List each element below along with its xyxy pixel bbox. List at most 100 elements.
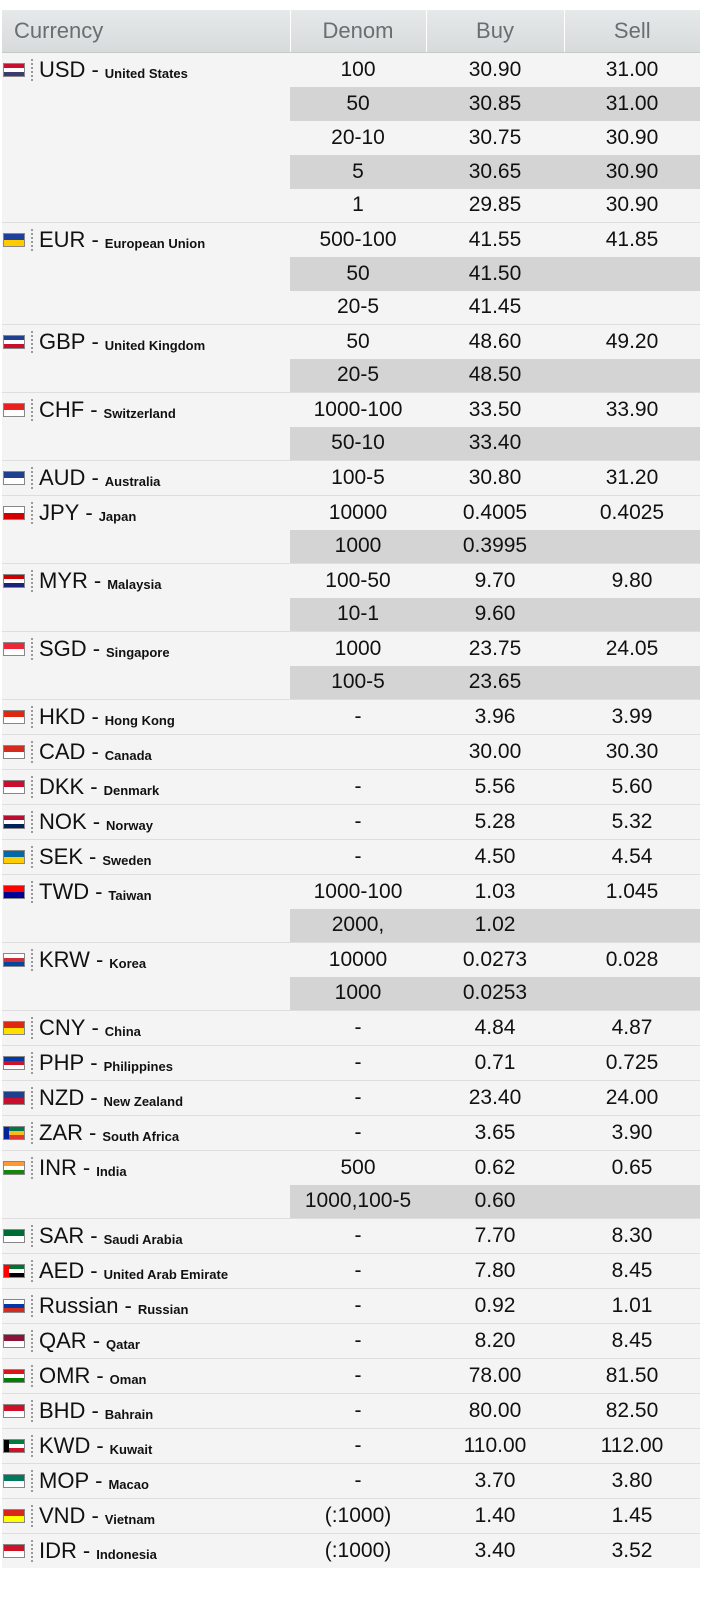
buy-rate-cell: 3.40 [426, 1533, 564, 1568]
se-flag-icon [3, 850, 25, 864]
sell-rate-cell: 9.80 [564, 563, 700, 598]
my-flag-icon [3, 574, 25, 588]
denom-cell: 500 [290, 1150, 426, 1185]
currency-code: CNY [39, 1015, 86, 1040]
code-dash: - [96, 1363, 104, 1388]
denom-cell: 20-10 [331, 125, 385, 149]
currency-code: EUR [39, 227, 86, 252]
header-currency: Currency [2, 10, 291, 53]
sell-rate-cell: 1.45 [564, 1498, 700, 1534]
buy-rate-cell: 8.20 [426, 1323, 564, 1359]
denom-cell: - [290, 1393, 426, 1429]
denom-cell: 50 [290, 86, 426, 121]
code-dash: - [91, 465, 99, 490]
currency-cell: MYR - Malaysia [2, 563, 290, 632]
buy-rate-cell: 110.00 [426, 1428, 564, 1464]
buy-rate-cell: 33.40 [426, 426, 564, 461]
denom-cell: - [290, 769, 426, 805]
code-dash: - [91, 329, 99, 354]
currency-label: MOP - Macao [2, 1464, 290, 1498]
code-dash: - [90, 1223, 98, 1248]
currency-label: IDR - Indonesia [2, 1534, 290, 1568]
ph-flag-icon [3, 1056, 25, 1070]
table-row: VND - Vietnam (:1000) 1.40 1.45 [2, 1498, 700, 1534]
dk-flag-icon [3, 780, 25, 794]
sell-rate-cell: 81.50 [564, 1358, 700, 1394]
country-name: United States [104, 65, 188, 81]
table-row: SGD - Singapore 1000 23.75 24.05 [2, 631, 700, 700]
code-dash: - [89, 1120, 97, 1145]
buy-rate-cell: 23.40 [426, 1080, 564, 1116]
buy-rate-cell: 3.70 [426, 1463, 564, 1499]
country-name: Vietnam [104, 1511, 156, 1527]
dotted-separator [31, 502, 33, 524]
dotted-separator [31, 1505, 33, 1527]
currency-code: KRW [39, 947, 90, 972]
table-row: IDR - Indonesia (:1000) 3.40 3.52 [2, 1533, 700, 1568]
currency-cell: MOP - Macao [2, 1463, 290, 1499]
table-row: MYR - Malaysia 100-50 9.70 9.80 [2, 563, 700, 632]
code-dash: - [82, 1155, 91, 1180]
dotted-separator [31, 811, 33, 833]
currency-cell: Russian - Russian [2, 1288, 290, 1324]
currency-cell: VND - Vietnam [2, 1498, 290, 1534]
tw-flag-icon [3, 885, 25, 899]
sell-rate-cell: 1.01 [564, 1288, 700, 1324]
country-name: United Arab Emirate [103, 1266, 229, 1282]
dotted-separator [31, 1157, 33, 1179]
sell-rate-cell: 33.90 [564, 392, 700, 427]
table-row: Russian - Russian -0.92 1.01 [2, 1288, 700, 1324]
country-name: South Africa [102, 1128, 180, 1144]
sell-rate-cell: 30.90 [564, 154, 700, 189]
denom-cell: - [290, 1323, 426, 1359]
denom-cell: 100-5 [290, 460, 426, 496]
country-name: Macao [108, 1476, 149, 1492]
buy-rate-cell: 5.28 [426, 804, 564, 840]
denom-cell: 500-100 [290, 222, 426, 257]
currency-code: MYR [39, 568, 88, 593]
table-row: DKK - Denmark -5.56 5.60 [2, 769, 700, 805]
id-flag-icon [3, 1544, 25, 1558]
sell-rate-cell: 0.028 [564, 942, 700, 977]
dotted-separator [31, 1087, 33, 1109]
buy-rate-cell: 1.40 [426, 1498, 564, 1534]
currency-label: CHF - Switzerland [2, 393, 290, 427]
code-dash: - [95, 947, 104, 972]
qa-flag-icon [3, 1334, 25, 1348]
denom-cell: - [290, 1463, 426, 1499]
currency-cell: SAR - Saudi Arabia [2, 1218, 290, 1254]
buy-rate-cell: 1.02 [426, 908, 564, 943]
currency-cell: CHF - Switzerland [2, 392, 290, 461]
currency-code: Russian [39, 1293, 119, 1318]
denom-cell: - [290, 1288, 426, 1324]
nz-flag-icon [3, 1091, 25, 1105]
sell-rate-cell [564, 597, 700, 632]
currency-code: PHP [39, 1050, 85, 1075]
table-row: SEK - Sweden -4.50 4.54 [2, 839, 700, 875]
dotted-separator [31, 570, 33, 592]
currency-label: ZAR - South Africa [2, 1116, 290, 1150]
currency-cell: AED - United Arab Emirate [2, 1253, 290, 1289]
dotted-separator [31, 1435, 33, 1457]
om-flag-icon [3, 1369, 25, 1383]
country-name: Bahrain [104, 1406, 154, 1422]
country-name: Saudi Arabia [103, 1231, 183, 1247]
table-row: CNY - China -4.84 4.87 [2, 1010, 700, 1046]
dotted-separator [31, 846, 33, 868]
currency-label: TWD - Taiwan [2, 875, 290, 909]
sell-rate-cell: 30.30 [564, 734, 700, 770]
denom-cell: 1000 [290, 631, 426, 666]
denom-cell: - [290, 1358, 426, 1394]
buy-rate-cell: 0.0273 [426, 942, 564, 977]
table-row: CAD - Canada 30.00 30.30 [2, 734, 700, 770]
table-row: KRW - Korea 10000 0.0273 0.028 [2, 942, 700, 1011]
sg-flag-icon [3, 642, 25, 656]
dotted-separator [31, 881, 33, 903]
buy-rate-cell: 48.50 [426, 358, 564, 393]
currency-label: NZD - New Zealand [2, 1081, 290, 1115]
denom-cell [290, 734, 426, 770]
buy-rate-cell: 7.70 [426, 1218, 564, 1254]
sell-rate-cell: 3.80 [564, 1463, 700, 1499]
buy-rate-cell: 5.56 [426, 769, 564, 805]
country-name: Switzerland [103, 405, 176, 421]
